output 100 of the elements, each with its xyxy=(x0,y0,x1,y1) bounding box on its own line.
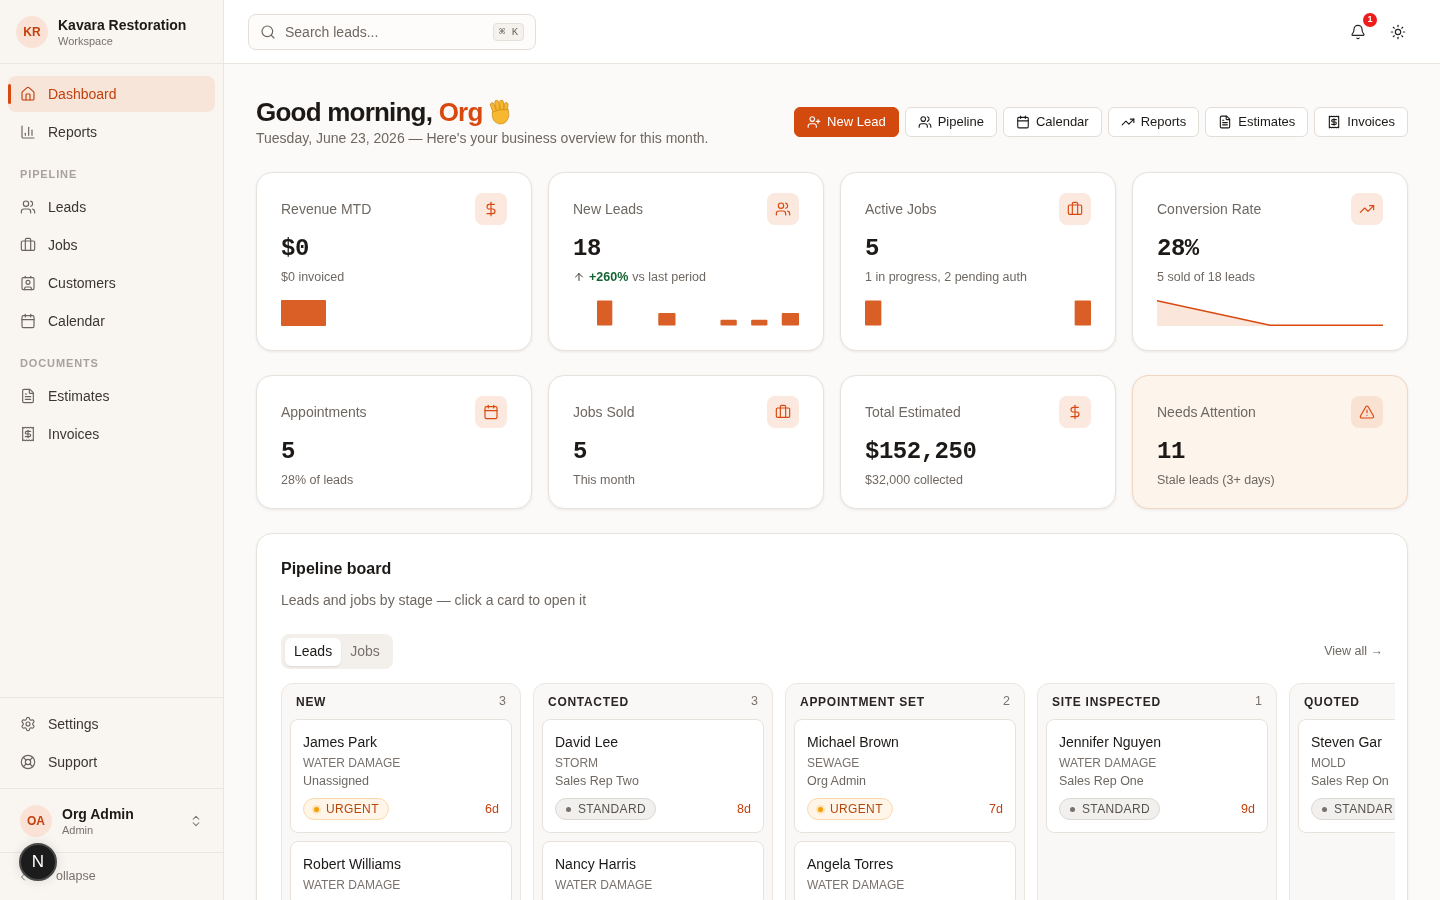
lead-card[interactable]: Michael Brown SEWAGE Org Admin URGENT 7d xyxy=(794,719,1016,833)
nav-item[interactable]: Leads xyxy=(8,189,215,225)
lead-card[interactable]: Angela Torres WATER DAMAGE xyxy=(794,841,1016,900)
workspace-avatar: KR xyxy=(16,15,48,48)
invoices-button[interactable]: Invoices xyxy=(1314,107,1408,137)
dollar-icon xyxy=(1059,396,1091,428)
stat-note: This month xyxy=(573,472,635,488)
lead-card[interactable]: James Park WATER DAMAGE Unassigned URGENT 6d xyxy=(290,719,512,833)
lead-card[interactable]: David Lee STORM Sales Rep Two STANDARD 8d xyxy=(542,719,764,833)
nav-item[interactable]: Calendar xyxy=(8,303,215,339)
estimates-button[interactable]: Estimates xyxy=(1205,107,1309,137)
column-title: APPOINTMENT SET xyxy=(800,693,925,711)
warning-icon xyxy=(1351,396,1383,428)
stat-title: Total Estimated xyxy=(865,402,961,422)
receipt-icon xyxy=(20,426,36,442)
user-avatar: OA xyxy=(20,804,52,837)
arrow-up-icon xyxy=(573,271,585,283)
greeting-subtitle: Tuesday, June 23, 2026 — Here's your business overview for this month. xyxy=(256,129,709,148)
stat-value: 18 xyxy=(573,237,601,261)
stat-value: 28% xyxy=(1157,237,1199,261)
nav-item[interactable]: Dashboard xyxy=(8,76,215,112)
notification-count: 1 xyxy=(1363,12,1377,27)
nav-item[interactable]: Invoices xyxy=(8,416,215,452)
assignee-name: Sales Rep On xyxy=(1311,773,1389,789)
document-icon xyxy=(20,388,36,404)
users-icon xyxy=(20,199,36,215)
briefcase-icon xyxy=(20,237,36,253)
new-lead-button[interactable]: New Lead xyxy=(794,107,899,137)
damage-type: WATER DAMAGE xyxy=(1059,755,1157,771)
lead-name: David Lee xyxy=(555,733,619,752)
nav-item[interactable]: Support xyxy=(8,744,215,780)
panel-subtitle: Leads and jobs by stage — click a card to open it xyxy=(281,591,587,610)
nav-section-heading: PIPELINE xyxy=(20,167,79,182)
stat-value: 5 xyxy=(281,440,295,464)
stat-value: 5 xyxy=(573,440,587,464)
lifebuoy-icon xyxy=(20,754,36,770)
priority-label: URGENT xyxy=(830,801,883,818)
lead-card[interactable]: Steven Gar MOLD Sales Rep On STANDAR xyxy=(1298,719,1395,833)
stat-title: Revenue MTD xyxy=(281,199,372,219)
column-title: CONTACTED xyxy=(548,693,629,711)
stat-value: 11 xyxy=(1157,440,1185,464)
column-title: QUOTED xyxy=(1304,693,1360,711)
calendar-icon xyxy=(475,396,507,428)
lead-name: James Park xyxy=(303,733,377,752)
priority-label: URGENT xyxy=(326,801,379,818)
lead-name: Nancy Harris xyxy=(555,855,636,874)
search-icon xyxy=(260,23,276,40)
stat-title: Needs Attention xyxy=(1157,402,1256,422)
priority-label: STANDARD xyxy=(1082,801,1150,818)
stat-note: 28% of leads xyxy=(281,472,354,488)
assignee-name: Sales Rep Two xyxy=(555,773,639,789)
nav-item[interactable]: Jobs xyxy=(8,227,215,263)
priority-label: STANDAR xyxy=(1334,801,1393,818)
sun-icon xyxy=(1390,23,1406,40)
lead-card[interactable]: Robert Williams WATER DAMAGE xyxy=(290,841,512,900)
lead-name: Angela Torres xyxy=(807,855,894,874)
user-plus-icon xyxy=(807,115,822,129)
damage-type: MOLD xyxy=(1311,755,1346,771)
column-count: 1 xyxy=(1255,693,1262,711)
contact-card-icon xyxy=(20,275,36,291)
lead-name: Robert Williams xyxy=(303,855,401,874)
workspace-name: Kavara Restoration xyxy=(58,15,187,34)
users-icon xyxy=(767,193,799,225)
nav-item[interactable]: Reports xyxy=(8,114,215,150)
reports-button[interactable]: Reports xyxy=(1107,107,1200,137)
priority-label: STANDARD xyxy=(578,801,646,818)
stat-value: $152,250 xyxy=(865,440,977,464)
nav-item[interactable]: Estimates xyxy=(8,378,215,414)
calendar-icon xyxy=(1015,115,1030,129)
lead-card[interactable]: Jennifer Nguyen WATER DAMAGE Sales Rep One STANDARD 9d xyxy=(1046,719,1268,833)
nav-item[interactable]: Settings xyxy=(8,706,215,742)
stat-title: Jobs Sold xyxy=(573,402,635,422)
notifications-button[interactable]: 1 xyxy=(1342,15,1374,48)
stat-title: Conversion Rate xyxy=(1157,199,1262,219)
stat-title: Appointments xyxy=(281,402,367,422)
assignee-name: Org Admin xyxy=(807,773,867,789)
workspace-subtitle: Workspace xyxy=(58,33,113,48)
calendar-button[interactable]: Calendar xyxy=(1002,107,1102,137)
view-all-link[interactable]: View all → xyxy=(1324,642,1383,661)
stat-note: Stale leads (3+ days) xyxy=(1157,472,1275,488)
user-name: Org Admin xyxy=(62,804,134,823)
nav-item[interactable]: Customers xyxy=(8,265,215,301)
panel-title: Pipeline board xyxy=(281,559,392,579)
tab[interactable]: Leads xyxy=(285,637,342,666)
briefcase-icon xyxy=(767,396,799,428)
stat-note: vs last period xyxy=(632,269,706,285)
column-count: 3 xyxy=(751,693,758,711)
assignee-name: Unassigned xyxy=(303,773,369,789)
lead-card[interactable]: Nancy Harris WATER DAMAGE xyxy=(542,841,764,900)
age-label: 8d xyxy=(737,800,751,818)
stat-note: 1 in progress, 2 pending auth xyxy=(865,269,1027,285)
nav-section-heading: DOCUMENTS xyxy=(20,356,100,371)
lead-name: Steven Gar xyxy=(1311,733,1382,752)
pipeline-button[interactable]: Pipeline xyxy=(904,107,997,137)
damage-type: WATER DAMAGE xyxy=(807,877,905,893)
lead-name: Michael Brown xyxy=(807,733,899,752)
assignee-name: Sales Rep One xyxy=(1059,773,1144,789)
user-role: Admin xyxy=(62,822,94,837)
stat-note: 5 sold of 18 leads xyxy=(1157,269,1255,285)
tab[interactable]: Jobs xyxy=(341,637,389,666)
